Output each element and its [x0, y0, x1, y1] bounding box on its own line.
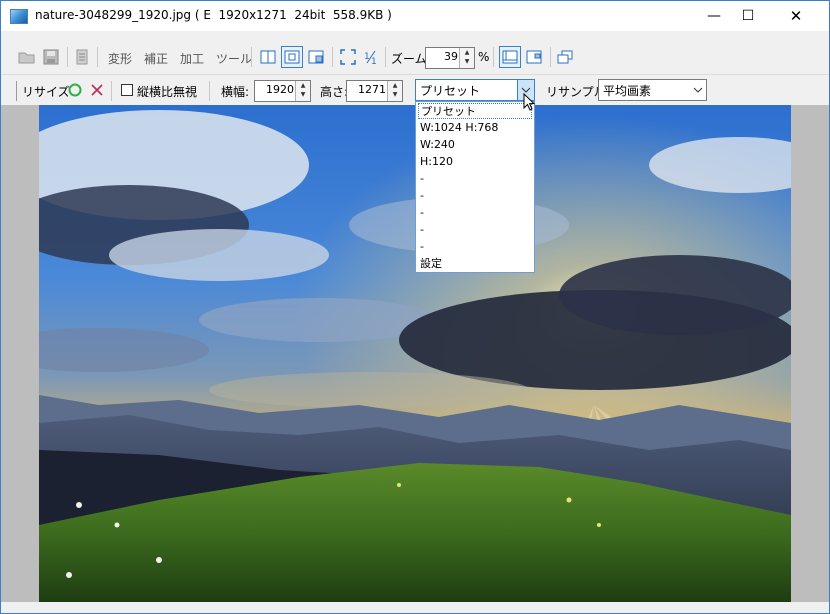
width-spin-arrows[interactable]: ▲ ▼ — [295, 81, 310, 101]
toolbar-separator — [111, 81, 112, 101]
chevron-down-icon — [693, 87, 703, 93]
one-to-one-icon: 11 — [364, 50, 377, 65]
menu-tools[interactable]: ツール — [216, 50, 252, 67]
spin-down-icon[interactable]: ▼ — [296, 90, 310, 99]
height-value: 1271 — [358, 83, 386, 96]
toolbar-separator — [493, 47, 494, 67]
preset-combobox[interactable]: プリセット — [415, 79, 535, 101]
corner-view-icon — [308, 50, 324, 64]
preset-option-9[interactable]: 設定 — [418, 256, 532, 272]
toolbar-separator — [550, 47, 551, 67]
zoom-value: 39 — [444, 50, 458, 63]
split-view-icon — [260, 50, 276, 64]
width-spinner[interactable]: 1920 ▲ ▼ — [254, 80, 311, 102]
cancel-x-icon — [91, 84, 103, 96]
resize-title: リサイズ — [22, 85, 70, 99]
height-spinner[interactable]: 1271 ▲ ▼ — [346, 80, 403, 102]
toolbar-separator — [251, 47, 252, 67]
window-title: nature-3048299_1920.jpg ( E 1920x1271 24… — [35, 8, 392, 22]
zoom-spinner[interactable]: 39 ▲ ▼ — [425, 47, 475, 69]
resample-value: 平均画素 — [603, 84, 652, 98]
layout-split-button[interactable] — [257, 47, 279, 67]
layout-frame-button[interactable] — [281, 46, 303, 68]
maximize-button[interactable]: ☐ — [725, 1, 771, 31]
layout-corner-button[interactable] — [305, 47, 327, 67]
height-label: 高さ: — [320, 85, 349, 99]
panel-bottom-button[interactable] — [499, 46, 521, 68]
ignore-ratio-label: 縦横比無視 — [137, 85, 198, 99]
actual-size-button[interactable]: 11 — [362, 47, 380, 67]
preset-dropdown-list: プリセット W:1024 H:768 W:240 H:120 - - - - -… — [415, 101, 535, 273]
width-value: 1920 — [266, 83, 294, 96]
toolbar-separator — [385, 47, 386, 67]
preset-option-3[interactable]: H:120 — [418, 154, 532, 170]
cancel-button[interactable] — [89, 82, 105, 98]
zoom-unit: % — [478, 50, 490, 64]
mouse-cursor-icon — [523, 93, 536, 111]
spin-up-icon[interactable]: ▲ — [460, 48, 474, 57]
fit-window-button[interactable] — [338, 47, 358, 67]
canvas-margin-right — [791, 105, 829, 602]
grip-separator — [16, 81, 17, 101]
spin-up-icon[interactable]: ▲ — [296, 81, 310, 90]
preset-option-7[interactable]: - — [418, 222, 532, 238]
ignore-ratio-checkbox[interactable] — [121, 84, 133, 96]
document-button[interactable] — [75, 48, 89, 66]
spin-down-icon[interactable]: ▼ — [460, 57, 474, 66]
preset-option-8[interactable]: - — [418, 239, 532, 255]
document-icon — [76, 49, 88, 65]
preset-option-2[interactable]: W:240 — [418, 137, 532, 153]
panel-bottom-icon — [502, 50, 518, 64]
folder-icon — [18, 52, 35, 64]
preset-value: プリセット — [420, 84, 481, 98]
resample-combobox[interactable]: 平均画素 — [598, 79, 707, 101]
title-bar[interactable]: nature-3048299_1920.jpg ( E 1920x1271 24… — [1, 1, 829, 31]
maximize-icon: ☐ — [741, 8, 755, 24]
app-window: nature-3048299_1920.jpg ( E 1920x1271 24… — [0, 0, 830, 614]
close-button[interactable]: ✕ — [773, 1, 819, 31]
frame-view-icon — [284, 50, 300, 64]
expand-icon — [340, 49, 356, 65]
toolbar-separator — [67, 47, 68, 67]
panel-right-button[interactable] — [523, 47, 545, 67]
height-spin-arrows[interactable]: ▲ ▼ — [387, 81, 402, 101]
window-stack-button[interactable] — [555, 47, 575, 67]
open-folder-button[interactable] — [18, 48, 36, 66]
width-label: 横幅: — [221, 85, 250, 99]
canvas-margin-left — [1, 105, 39, 602]
preset-option-6[interactable]: - — [418, 205, 532, 221]
svg-text:1: 1 — [371, 57, 377, 65]
save-button[interactable] — [42, 48, 60, 66]
toolbar-separator — [209, 81, 210, 101]
preset-option-4[interactable]: - — [418, 171, 532, 187]
app-icon — [10, 9, 28, 24]
preset-option-1[interactable]: W:1024 H:768 — [418, 120, 532, 136]
spin-up-icon[interactable]: ▲ — [388, 81, 402, 90]
save-icon — [43, 49, 59, 65]
menu-process[interactable]: 加工 — [180, 50, 204, 67]
panel-right-icon — [526, 50, 542, 64]
preset-option-0[interactable]: プリセット — [418, 103, 532, 119]
spin-down-icon[interactable]: ▼ — [388, 90, 402, 99]
menu-correct[interactable]: 補正 — [144, 50, 168, 67]
resample-dropdown-button[interactable] — [690, 80, 706, 100]
ok-circle-icon — [68, 83, 82, 97]
close-icon: ✕ — [789, 7, 803, 25]
toolbar-separator — [97, 47, 98, 67]
minimize-icon: — — [707, 8, 721, 24]
status-bar — [1, 602, 829, 613]
window-stack-icon — [557, 50, 573, 64]
preset-option-5[interactable]: - — [418, 188, 532, 204]
apply-button[interactable] — [67, 82, 83, 98]
menu-transform[interactable]: 変形 — [108, 50, 132, 67]
zoom-spin-arrows[interactable]: ▲ ▼ — [459, 48, 474, 68]
main-toolbar: 変形 補正 加工 ツール 11 ズーム: 39 ▲ ▼ % — [1, 42, 829, 72]
toolbar-separator — [332, 47, 333, 67]
